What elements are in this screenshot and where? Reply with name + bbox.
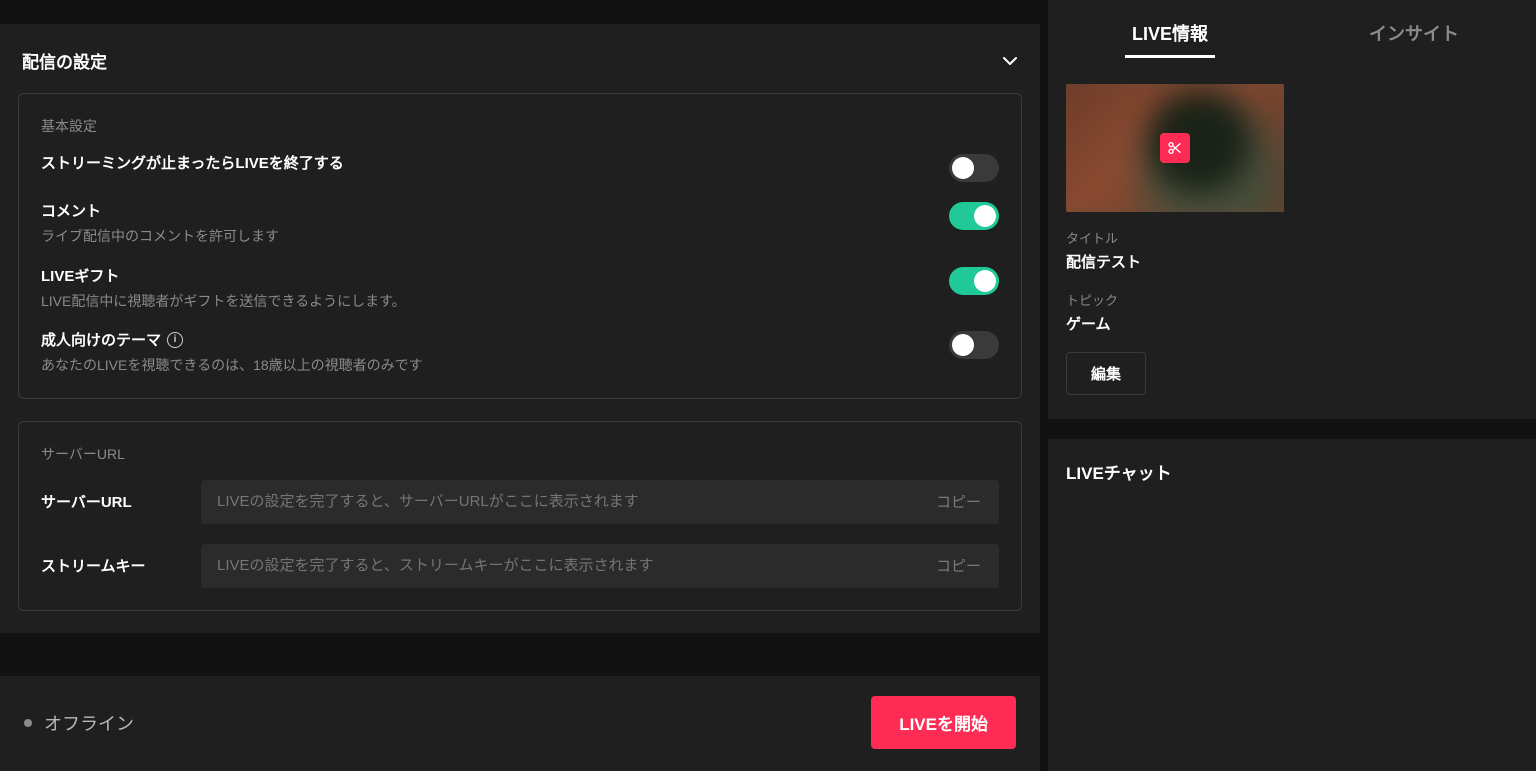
toggle-comments[interactable]	[949, 202, 999, 230]
stream-key-label: ストリームキー	[41, 555, 201, 576]
top-spacer	[0, 0, 1040, 24]
basic-settings-label: 基本設定	[41, 116, 999, 136]
server-url-label: サーバーURL	[41, 491, 201, 512]
toggle-end-on-stop[interactable]	[949, 154, 999, 182]
setting-title-text: 成人向けのテーマ	[41, 329, 161, 350]
server-card: サーバーURL サーバーURL コピー ストリームキー コピー	[18, 421, 1022, 611]
thumbnail[interactable]	[1066, 84, 1284, 212]
toggle-gifts[interactable]	[949, 267, 999, 295]
title-value: 配信テスト	[1066, 251, 1518, 272]
server-url-input[interactable]	[201, 493, 918, 510]
setting-row-gifts: LIVEギフト LIVE配信中に視聴者がギフトを送信できるようにします。	[41, 265, 999, 312]
edit-button[interactable]: 編集	[1066, 352, 1146, 395]
setting-desc: あなたのLIVEを視聴できるのは、18歳以上の視聴者のみです	[41, 356, 949, 376]
setting-title: 成人向けのテーマ i	[41, 329, 949, 350]
setting-desc: ライブ配信中のコメントを許可します	[41, 227, 949, 247]
tab-insight[interactable]: インサイト	[1292, 0, 1536, 66]
status-dot-icon	[24, 719, 32, 727]
collapse-toggle[interactable]	[1002, 53, 1018, 69]
info-icon[interactable]: i	[167, 332, 183, 348]
copy-stream-key-button[interactable]: コピー	[918, 544, 999, 588]
topic-value: ゲーム	[1066, 313, 1518, 334]
copy-server-url-button[interactable]: コピー	[918, 480, 999, 524]
column-gap	[1040, 0, 1048, 771]
stream-key-input[interactable]	[201, 557, 918, 574]
title-label: タイトル	[1066, 228, 1518, 247]
setting-desc: LIVE配信中に視聴者がギフトを送信できるようにします。	[41, 292, 949, 312]
live-info-body: タイトル 配信テスト トピック ゲーム 編集	[1048, 66, 1536, 419]
stream-status: オフライン	[24, 710, 134, 736]
status-text: オフライン	[44, 710, 134, 736]
setting-title: コメント	[41, 200, 949, 221]
scissors-icon	[1167, 140, 1183, 156]
setting-row-comments: コメント ライブ配信中のコメントを許可します	[41, 200, 999, 247]
live-chat-title: LIVEチャット	[1066, 459, 1518, 484]
chevron-down-icon	[1002, 53, 1018, 69]
start-live-button[interactable]: LIVEを開始	[871, 696, 1016, 749]
settings-panel: 配信の設定 基本設定 ストリーミングが止まったらLIVEを終了する コメント	[0, 24, 1040, 633]
server-section-label: サーバーURL	[41, 444, 999, 464]
server-url-row: サーバーURL コピー	[41, 480, 999, 524]
settings-title: 配信の設定	[22, 48, 107, 73]
setting-title: LIVEギフト	[41, 265, 949, 286]
toggle-adult[interactable]	[949, 331, 999, 359]
basic-settings-card: 基本設定 ストリーミングが止まったらLIVEを終了する コメント ライブ配信中の…	[18, 93, 1022, 399]
topic-label: トピック	[1066, 290, 1518, 309]
stream-key-row: ストリームキー コピー	[41, 544, 999, 588]
row-gap	[1048, 419, 1536, 439]
footer-bar: オフライン LIVEを開始	[0, 668, 1040, 771]
setting-row-end-on-stop: ストリーミングが止まったらLIVEを終了する	[41, 152, 999, 182]
stream-key-field: コピー	[201, 544, 999, 588]
setting-row-adult: 成人向けのテーマ i あなたのLIVEを視聴できるのは、18歳以上の視聴者のみで…	[41, 329, 999, 376]
tab-live-info[interactable]: LIVE情報	[1048, 0, 1292, 66]
right-tabs: LIVE情報 インサイト	[1048, 0, 1536, 66]
live-chat-panel: LIVEチャット	[1048, 439, 1536, 771]
setting-title: ストリーミングが止まったらLIVEを終了する	[41, 152, 949, 173]
edit-thumbnail-badge[interactable]	[1160, 133, 1190, 163]
settings-header: 配信の設定	[0, 24, 1040, 93]
server-url-field: コピー	[201, 480, 999, 524]
